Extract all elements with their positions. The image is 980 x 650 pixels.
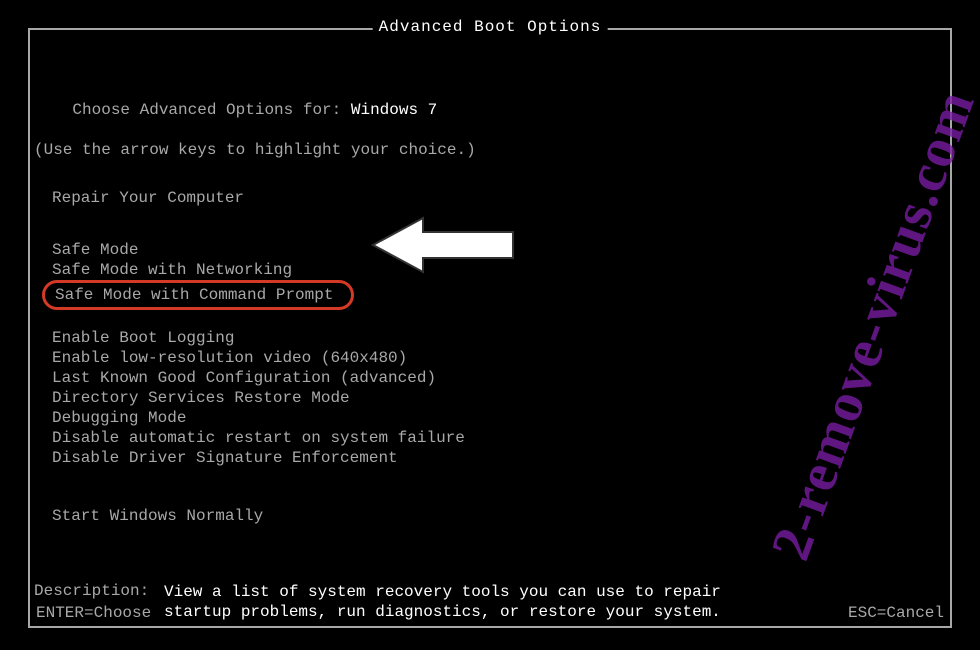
description-line1: View a list of system recovery tools you… (164, 583, 721, 601)
footer-enter-hint: ENTER=Choose (36, 604, 151, 622)
intro-os-name: Windows 7 (351, 101, 437, 119)
menu-item-debugging-mode[interactable]: Debugging Mode (34, 408, 946, 428)
menu-item-ds-restore-mode[interactable]: Directory Services Restore Mode (34, 388, 946, 408)
menu-item-last-known-good[interactable]: Last Known Good Configuration (advanced) (34, 368, 946, 388)
menu-item-disable-driver-sig[interactable]: Disable Driver Signature Enforcement (34, 448, 946, 468)
menu-item-safe-mode[interactable]: Safe Mode (34, 240, 946, 260)
page-title-text: Advanced Boot Options (379, 18, 602, 36)
intro-line1-prefix: Choose Advanced Options for: (72, 101, 350, 119)
footer: ENTER=Choose ESC=Cancel (36, 604, 944, 622)
menu-item-repair-your-computer[interactable]: Repair Your Computer (34, 188, 946, 208)
intro-line1: Choose Advanced Options for: Windows 7 (34, 80, 946, 140)
option-group-1: Repair Your Computer (34, 188, 946, 208)
highlight-callout: Safe Mode with Command Prompt (42, 280, 354, 310)
menu-item-safe-mode-command-prompt[interactable]: Safe Mode with Command Prompt (34, 280, 946, 310)
option-group-2: Safe Mode Safe Mode with Networking Safe… (34, 240, 946, 310)
option-group-3: Enable Boot Logging Enable low-resolutio… (34, 328, 946, 468)
menu-item-start-windows-normally[interactable]: Start Windows Normally (34, 506, 946, 526)
menu-item-disable-auto-restart[interactable]: Disable automatic restart on system fail… (34, 428, 946, 448)
intro-line2: (Use the arrow keys to highlight your ch… (34, 140, 946, 160)
footer-esc-hint: ESC=Cancel (848, 604, 944, 622)
menu-item-enable-boot-logging[interactable]: Enable Boot Logging (34, 328, 946, 348)
menu-item-low-res-video[interactable]: Enable low-resolution video (640x480) (34, 348, 946, 368)
menu-item-safe-mode-networking[interactable]: Safe Mode with Networking (34, 260, 946, 280)
option-group-4: Start Windows Normally (34, 506, 946, 526)
menu-item-safe-mode-command-prompt-label: Safe Mode with Command Prompt (55, 286, 333, 304)
page-title: Advanced Boot Options (373, 18, 608, 36)
content: Choose Advanced Options for: Windows 7 (… (34, 80, 946, 622)
